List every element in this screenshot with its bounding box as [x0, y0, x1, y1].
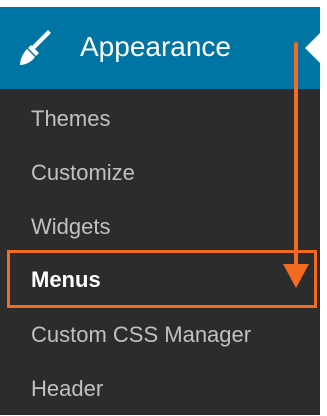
appearance-submenu: Themes Customize Widgets Menus Custom CS… [0, 89, 320, 415]
menu-item-appearance[interactable]: Appearance [0, 7, 320, 89]
submenu-item-menus[interactable]: Menus [0, 253, 320, 307]
submenu-item-header[interactable]: Header [0, 362, 320, 416]
submenu-item-customize[interactable]: Customize [0, 146, 320, 200]
current-menu-indicator [305, 33, 320, 63]
submenu-item-widgets[interactable]: Widgets [0, 200, 320, 254]
submenu-item-custom-css-manager[interactable]: Custom CSS Manager [0, 308, 320, 362]
paintbrush-icon [20, 30, 51, 65]
menu-item-label: Appearance [80, 31, 232, 62]
admin-menu: Appearance Themes Customize Widgets Menu… [0, 0, 327, 415]
submenu-item-themes[interactable]: Themes [0, 92, 320, 146]
